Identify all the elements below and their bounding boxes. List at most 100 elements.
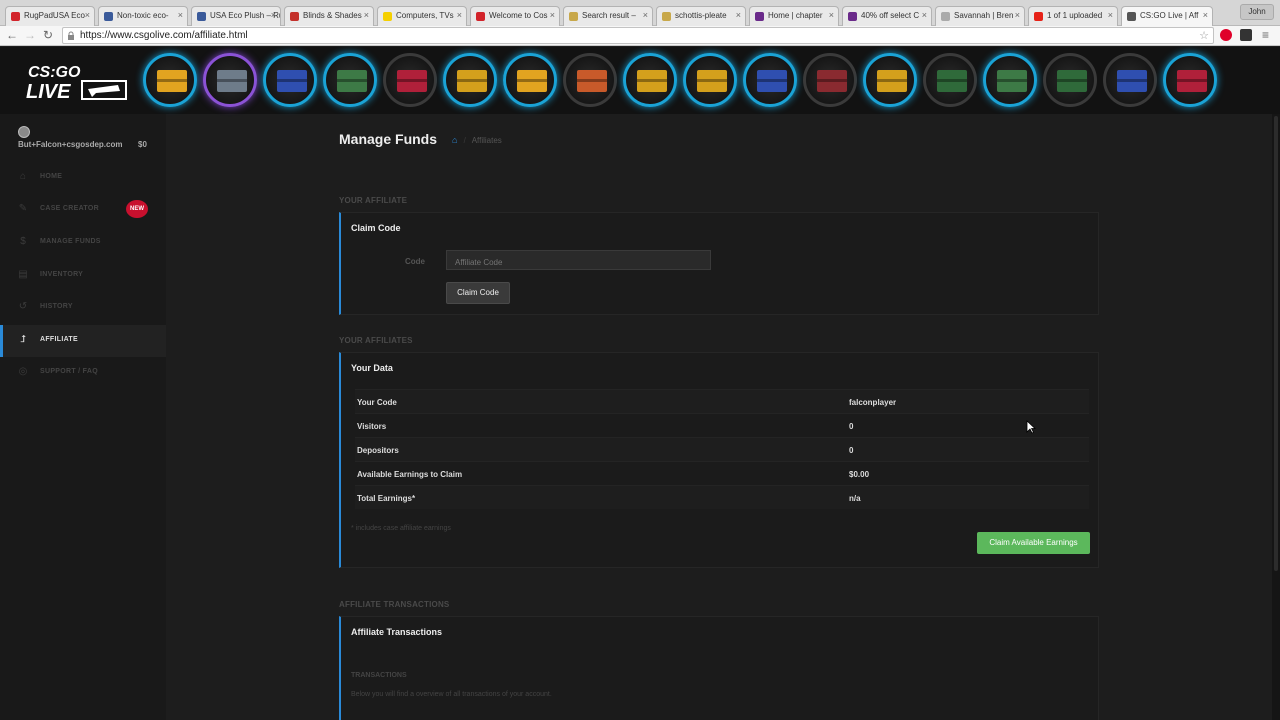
close-tab-icon[interactable]: × (271, 10, 276, 20)
tab-label: CS:GO Live | Aff (1140, 11, 1199, 20)
case-item[interactable] (383, 53, 437, 107)
case-item[interactable] (203, 53, 257, 107)
case-item[interactable] (143, 53, 197, 107)
address-bar[interactable]: https://www.csgolive.com/affiliate.html … (62, 27, 1214, 44)
case-item[interactable] (683, 53, 737, 107)
browser-tab[interactable]: Savannah | Bren × (935, 6, 1025, 26)
case-item[interactable] (923, 53, 977, 107)
close-tab-icon[interactable]: × (550, 10, 555, 20)
browser-tab[interactable]: USA Eco Plush – Rug × (191, 6, 281, 26)
tab-label: Home | chapter (768, 11, 823, 20)
close-tab-icon[interactable]: × (178, 10, 183, 20)
weapon-case-icon (577, 70, 607, 92)
sidebar-item-label: MANAGE FUNDS (40, 238, 101, 245)
tab-label: Savannah | Bren (954, 11, 1014, 20)
case-item[interactable] (863, 53, 917, 107)
weapon-case-icon (157, 70, 187, 92)
favicon-icon (848, 12, 857, 21)
home-icon[interactable]: ⌂ (452, 135, 457, 145)
browser-tab[interactable]: Computers, TVs × (377, 6, 467, 26)
case-item[interactable] (1103, 53, 1157, 107)
browser-tab[interactable]: schottis-pleate × (656, 6, 746, 26)
close-tab-icon[interactable]: × (736, 10, 741, 20)
browser-tab[interactable]: Blinds & Shades × (284, 6, 374, 26)
claim-code-button[interactable]: Claim Code (446, 282, 510, 304)
page-scrollbar[interactable] (1272, 114, 1280, 720)
svg-text:LIVE: LIVE (26, 81, 71, 101)
case-item[interactable] (563, 53, 617, 107)
opera-extension-icon[interactable] (1220, 29, 1232, 41)
tab-label: Non-toxic eco- (117, 11, 169, 20)
browser-tab[interactable]: Search result – × (563, 6, 653, 26)
row-key: Total Earnings* (357, 494, 416, 503)
forward-icon[interactable]: → (24, 28, 36, 42)
weapon-case-icon (817, 70, 847, 92)
section-affiliate-transactions: AFFILIATE TRANSACTIONS (339, 600, 450, 609)
browser-tab[interactable]: Non-toxic eco- × (98, 6, 188, 26)
browser-tab[interactable]: RugPadUSA Eco × (5, 6, 95, 26)
case-item[interactable] (263, 53, 317, 107)
browser-tab[interactable]: Home | chapter × (749, 6, 839, 26)
menu-icon[interactable]: ≡ (1262, 28, 1269, 42)
breadcrumb-separator: / (463, 136, 466, 145)
close-tab-icon[interactable]: × (1203, 10, 1208, 20)
bookmark-star-icon[interactable]: ☆ (1199, 29, 1209, 42)
case-item[interactable] (503, 53, 557, 107)
weapon-case-icon (1117, 70, 1147, 92)
svg-text:CS:GO: CS:GO (28, 64, 81, 81)
avatar[interactable] (18, 126, 30, 138)
case-item[interactable] (983, 53, 1037, 107)
favicon-icon (569, 12, 578, 21)
case-item[interactable] (323, 53, 377, 107)
weapon-case-icon (757, 70, 787, 92)
favicon-icon (941, 12, 950, 21)
tab-label: 40% off select C (861, 11, 920, 20)
site-header: CS:GO LIVE (0, 47, 1280, 114)
breadcrumb: ⌂ / Affiliates (452, 135, 502, 145)
back-icon[interactable]: ← (6, 28, 18, 42)
table-row: Total Earnings* n/a (355, 485, 1089, 509)
case-item[interactable] (623, 53, 677, 107)
tab-label: Search result – (582, 11, 636, 20)
claim-earnings-button[interactable]: Claim Available Earnings (977, 532, 1090, 554)
sidebar: But+Falcon+csgosdep.com $0 ⌂ HOME ✎ CASE CR… (0, 114, 166, 720)
user-balance: $0 (138, 140, 147, 149)
history-icon: ↺ (18, 301, 28, 312)
weapon-case-icon (697, 70, 727, 92)
browser-tab[interactable]: Welcome to Cos × (470, 6, 560, 26)
sidebar-item-manage-funds[interactable]: $ MANAGE FUNDS (0, 227, 166, 259)
case-item[interactable] (443, 53, 497, 107)
page-title: Manage Funds (339, 131, 438, 147)
sidebar-item-home[interactable]: ⌂ HOME (0, 162, 166, 194)
transactions-subheading: TRANSACTIONS (351, 672, 407, 679)
case-item[interactable] (803, 53, 857, 107)
browser-tab[interactable]: CS:GO Live | Aff × (1121, 6, 1213, 26)
case-item[interactable] (1043, 53, 1097, 107)
sidebar-item-affiliate[interactable]: ⮥ AFFILIATE (0, 325, 166, 357)
sidebar-item-support-faq[interactable]: ◎ SUPPORT / FAQ (0, 357, 166, 389)
close-tab-icon[interactable]: × (829, 10, 834, 20)
case-item[interactable] (743, 53, 797, 107)
csgo-live-logo[interactable]: CS:GO LIVE (26, 61, 128, 101)
close-tab-icon[interactable]: × (364, 10, 369, 20)
sidebar-item-case-creator[interactable]: ✎ CASE CREATOR NEW (0, 194, 166, 226)
affiliate-code-input[interactable] (446, 250, 711, 270)
close-tab-icon[interactable]: × (85, 10, 90, 20)
row-value: 0 (849, 422, 854, 431)
profile-button[interactable]: John (1240, 4, 1274, 20)
close-tab-icon[interactable]: × (457, 10, 462, 20)
sidebar-item-history[interactable]: ↺ HISTORY (0, 292, 166, 324)
new-badge: NEW (126, 200, 148, 218)
case-item[interactable] (1163, 53, 1217, 107)
close-tab-icon[interactable]: × (922, 10, 927, 20)
reload-icon[interactable]: ↻ (43, 28, 53, 42)
browser-tab[interactable]: 40% off select C × (842, 6, 932, 26)
close-tab-icon[interactable]: × (643, 10, 648, 20)
close-tab-icon[interactable]: × (1015, 10, 1020, 20)
close-tab-icon[interactable]: × (1108, 10, 1113, 20)
scrollbar-thumb[interactable] (1274, 116, 1278, 571)
extension-icon[interactable] (1240, 29, 1252, 41)
sidebar-item-inventory[interactable]: ▤ INVENTORY (0, 260, 166, 292)
earnings-note: * includes case affiliate earnings (351, 525, 451, 532)
browser-tab[interactable]: 1 of 1 uploaded × (1028, 6, 1118, 26)
